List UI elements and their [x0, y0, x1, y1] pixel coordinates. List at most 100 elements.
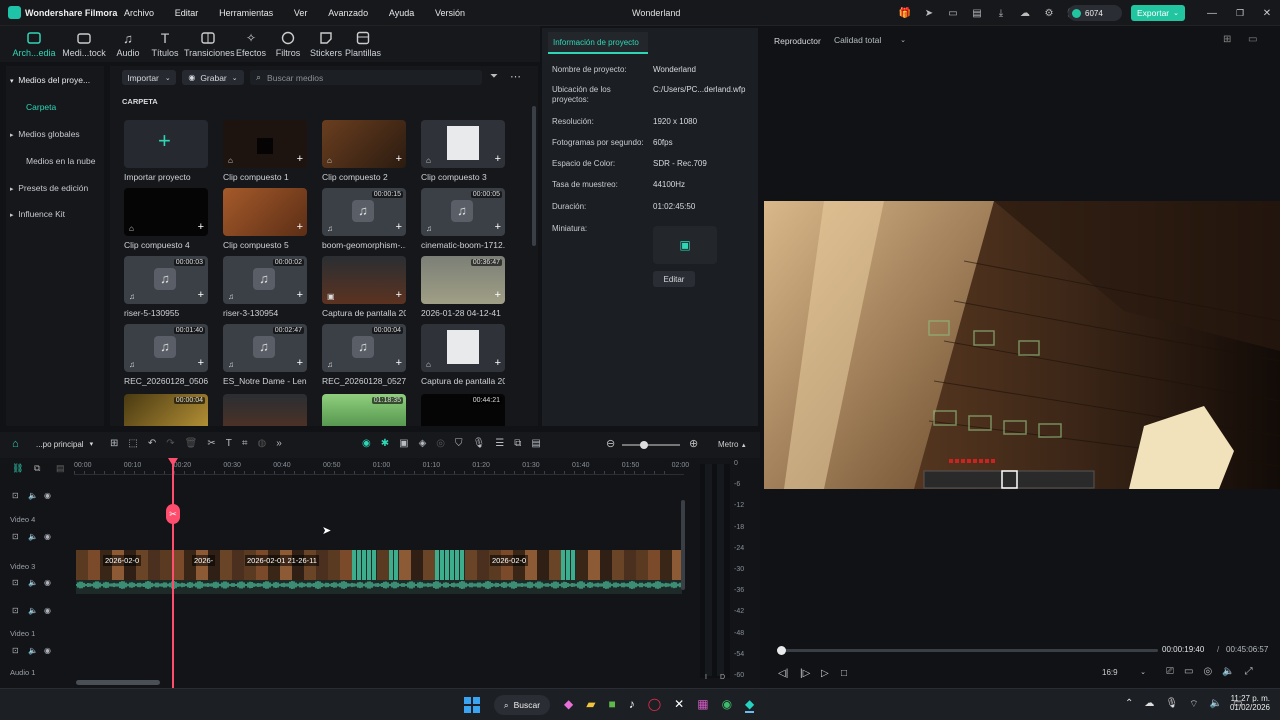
tab-archivos-media[interactable]: Arch...edia [10, 30, 58, 58]
media-tile[interactable]: 00:36:47 +2026-01-28 04-12-41 [421, 256, 505, 318]
media-tile[interactable]: ♫ ♫ 00:00:15 + boom-geomorphism-... [322, 188, 406, 250]
zoom-in-icon[interactable]: ⊕ [689, 437, 698, 450]
tab-transiciones[interactable]: Transiciones [184, 30, 235, 58]
volume-icon[interactable]: 🔈 [28, 646, 38, 655]
media-scrollbar[interactable] [532, 106, 536, 246]
settings-icon[interactable]: ⚙ [1042, 6, 1056, 20]
sequence-select[interactable]: ...po principal ▾ [36, 440, 93, 449]
capcut-icon[interactable]: ✕ [674, 697, 684, 713]
add-to-timeline-icon[interactable]: + [297, 222, 303, 233]
media-tile[interactable]: ⌂ + Captura de pantalla 20... [421, 324, 505, 386]
microphone-icon[interactable]: 🎙 [473, 438, 486, 449]
media-tile[interactable]: + Clip compuesto 5 [223, 188, 307, 250]
render-icon[interactable]: ▣ [399, 438, 408, 449]
add-to-timeline-icon[interactable]: + [495, 290, 501, 301]
aspect-ratio-select[interactable]: 16:9 ⌄ [1102, 668, 1146, 677]
menu-ver[interactable]: Ver [294, 8, 308, 18]
sidebar-item-influence-kit[interactable]: ▸ Influence Kit [10, 209, 65, 219]
menu-editar[interactable]: Editar [175, 8, 199, 18]
undo-icon[interactable]: ↶ [148, 438, 156, 449]
add-to-timeline-icon[interactable]: + [495, 222, 501, 233]
media-tile[interactable]: 00:00:04+ [124, 394, 208, 426]
wifi-icon[interactable]: ⌔ [1189, 698, 1198, 711]
add-to-timeline-icon[interactable]: + [396, 358, 402, 369]
tiktok-icon[interactable]: ♪ [629, 697, 635, 713]
more-tools-icon[interactable]: » [276, 438, 282, 449]
video-preview[interactable] [764, 201, 1280, 489]
volume-icon[interactable]: 🔈 [28, 532, 38, 541]
split-icon[interactable]: ✂ [207, 438, 215, 449]
audio-mixer-icon[interactable]: ☰ [495, 438, 504, 449]
eye-icon[interactable]: ◉ [44, 606, 51, 615]
sidebar-item-medios-globales[interactable]: ▸ Medios globales [10, 129, 80, 139]
tab-plantillas[interactable]: Plantillas [339, 30, 387, 58]
volume-icon[interactable]: 🔈 [1222, 666, 1234, 677]
media-tile[interactable]: ▣ + Captura de pantalla 20... [322, 256, 406, 318]
gift-icon[interactable]: 🎁 [898, 6, 912, 20]
minecraft-icon[interactable]: ■ [608, 697, 615, 713]
scissors-icon[interactable]: ✂ [166, 504, 180, 524]
chevron-up-icon[interactable]: ⌃ [1125, 698, 1133, 711]
menu-version[interactable]: Versión [435, 8, 465, 18]
menu-ayuda[interactable]: Ayuda [389, 8, 414, 18]
tab-titulos[interactable]: T Títulos [141, 30, 189, 58]
add-to-timeline-icon[interactable]: + [297, 290, 303, 301]
windows-start-icon[interactable] [464, 697, 480, 713]
crop-icon[interactable]: ⌗ [242, 438, 248, 449]
menu-archivo[interactable]: Archivo [124, 8, 154, 18]
timeline-vertical-scrollbar[interactable] [681, 500, 685, 590]
download-icon[interactable]: ⤓ [994, 6, 1008, 20]
export-button[interactable]: Exportar ⌄ [1131, 5, 1185, 21]
close-icon[interactable]: ✕ [1260, 6, 1274, 20]
menu-herramientas[interactable]: Herramientas [219, 8, 273, 18]
media-tile[interactable]: ♫ ♫ 00:01:40 + REC_20260128_050657 [124, 324, 208, 386]
record-button[interactable]: ◉ Grabar ⌄ [182, 70, 244, 85]
app-icon[interactable]: ▦ [697, 697, 708, 713]
lock-all-icon[interactable]: ▤ [56, 463, 65, 474]
media-tile[interactable]: ⌂ + Clip compuesto 3 [421, 120, 505, 182]
meter-toggle[interactable]: Metro ▲ [718, 440, 747, 449]
snapshot-view-icon[interactable]: ▭ [1248, 34, 1257, 45]
volume-icon[interactable]: 🔈 [28, 578, 38, 587]
delete-icon[interactable]: 🗑 [185, 438, 198, 449]
microphone-icon[interactable]: 🎙 [1165, 698, 1178, 711]
clock[interactable]: 11:27 p. m. 01/02/2026 [1228, 694, 1270, 712]
media-tile[interactable]: ▣+ [223, 394, 307, 426]
add-to-timeline-icon[interactable]: + [495, 358, 501, 369]
lock-icon[interactable]: ⊡ [12, 606, 19, 615]
file-icon[interactable]: ▭ [946, 6, 960, 20]
eye-icon[interactable]: ◉ [44, 578, 51, 587]
media-tile[interactable]: ♫ ♫ 00:00:04 + REC_20260128_052727 [322, 324, 406, 386]
progress-handle[interactable] [776, 646, 786, 655]
camera-icon[interactable]: ◎ [1203, 666, 1212, 677]
layout-icon[interactable]: ⊞ [110, 438, 118, 449]
restore-icon[interactable]: ❐ [1233, 6, 1247, 20]
sidebar-item-medios-nube[interactable]: Medios en la nube [26, 156, 95, 166]
redo-icon[interactable]: ↷ [166, 438, 174, 449]
playhead[interactable] [172, 458, 174, 688]
zoom-handle[interactable] [640, 441, 648, 449]
import-button[interactable]: Importar ⌄ [122, 70, 176, 85]
media-tile[interactable]: ⌂00:44:21+ [421, 394, 505, 426]
zoom-out-icon[interactable]: ⊖ [606, 437, 615, 450]
layout-icon[interactable]: ▤ [970, 6, 984, 20]
media-tile[interactable]: + Importar proyecto [124, 120, 208, 182]
media-tile[interactable]: ⌂ + Clip compuesto 4 [124, 188, 208, 250]
lock-icon[interactable]: ⊡ [12, 491, 19, 500]
media-tile[interactable]: ♫ ♫ 00:00:02 + riser-3-130954 [223, 256, 307, 318]
previous-frame-icon[interactable]: ◁| [778, 668, 788, 679]
next-frame-icon[interactable]: |▷ [800, 668, 810, 679]
magnet-icon[interactable]: ◉ [362, 438, 371, 449]
stop-icon[interactable]: □ [841, 668, 847, 679]
text-tool-icon[interactable]: T [226, 438, 232, 449]
file-explorer-icon[interactable]: ▰ [586, 697, 595, 713]
sidebar-item-presets[interactable]: ▸ Presets de edición [10, 183, 88, 193]
tab-media-stock[interactable]: Medi...tock [60, 30, 108, 58]
credits-badge[interactable]: 6074 [1068, 5, 1122, 21]
send-icon[interactable]: ➤ [922, 6, 936, 20]
add-to-timeline-icon[interactable]: + [198, 358, 204, 369]
ai-icon[interactable]: ✱ [381, 438, 389, 449]
color-icon[interactable]: ◍ [257, 438, 266, 449]
subtitle-icon[interactable]: ▤ [531, 438, 540, 449]
cloud-sync-icon[interactable]: ☁ [1144, 698, 1154, 711]
